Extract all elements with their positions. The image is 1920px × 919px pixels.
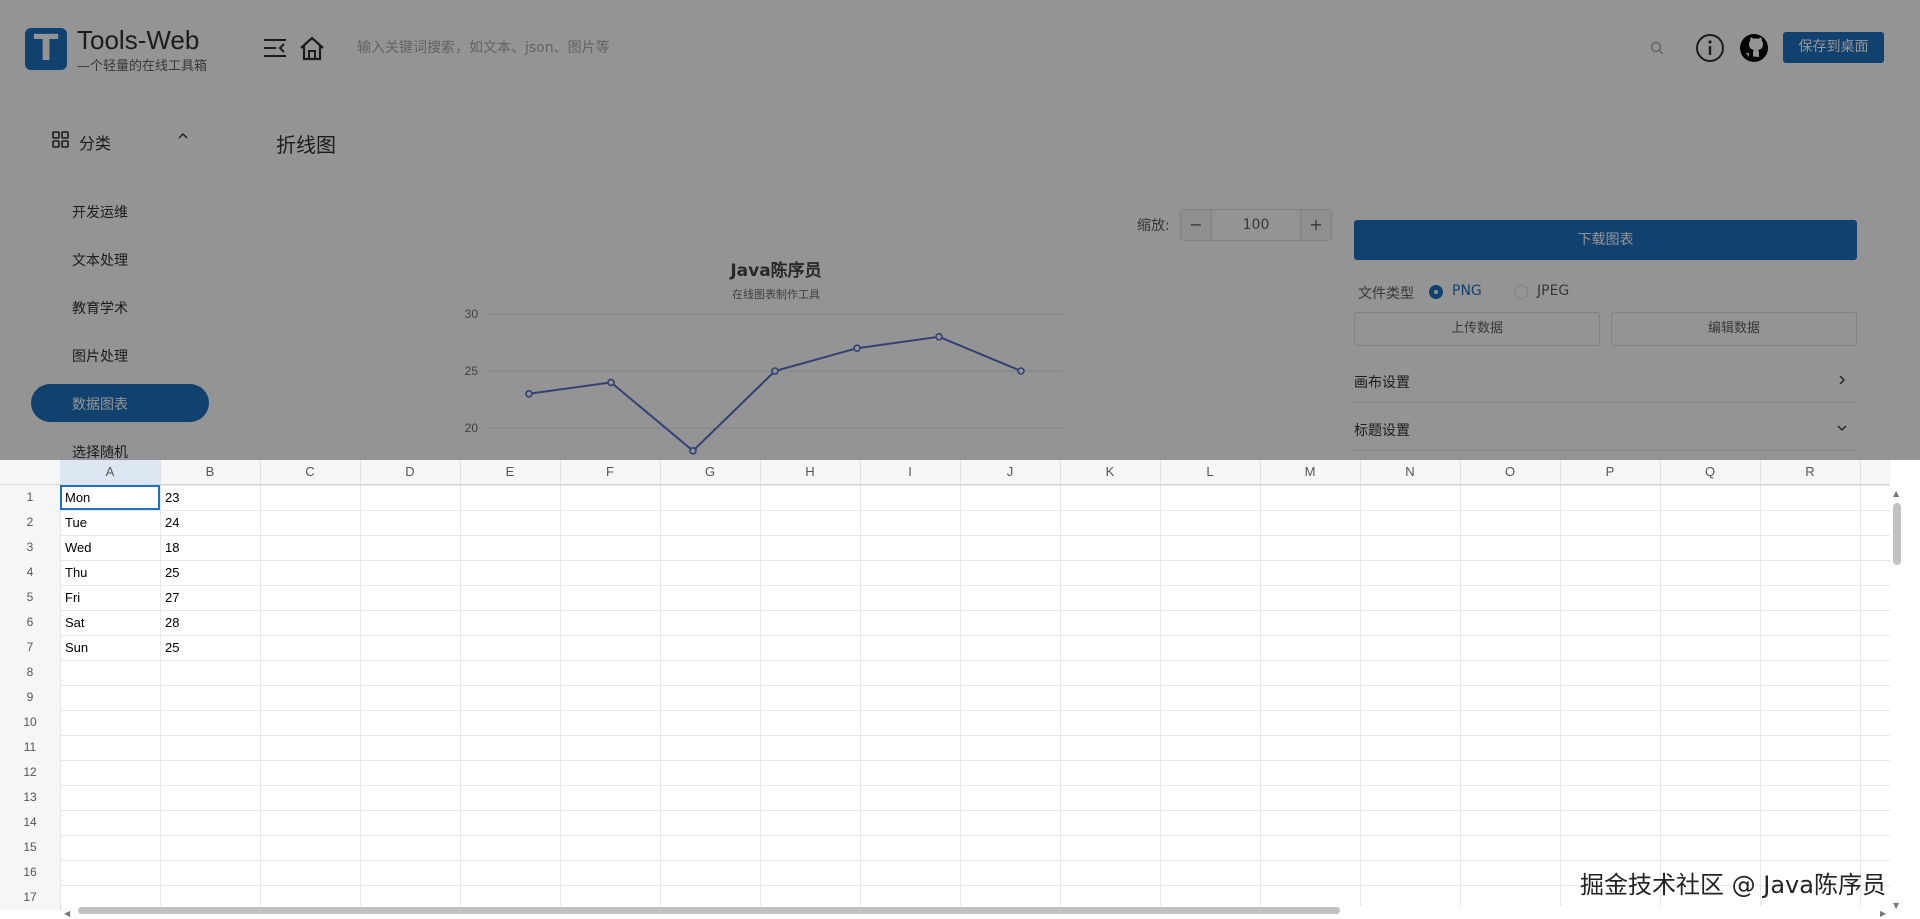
scroll-up-arrow[interactable]: ▲ xyxy=(1893,489,1899,498)
column-header[interactable]: I xyxy=(860,460,961,484)
column-header[interactable]: J xyxy=(960,460,1061,484)
cell[interactable]: Fri xyxy=(65,585,80,610)
row-header[interactable]: 1 xyxy=(0,485,61,510)
row-header[interactable]: 17 xyxy=(0,885,61,910)
cell[interactable]: Sun xyxy=(65,635,88,660)
column-header[interactable]: O xyxy=(1460,460,1561,484)
column-header[interactable]: D xyxy=(360,460,461,484)
cell[interactable]: Wed xyxy=(65,535,92,560)
cell-grid[interactable] xyxy=(60,485,1890,906)
row-header[interactable]: 7 xyxy=(0,635,61,660)
cell[interactable]: 24 xyxy=(165,510,179,535)
column-header[interactable]: P xyxy=(1560,460,1661,484)
cell[interactable]: Thu xyxy=(65,560,87,585)
column-header[interactable]: A xyxy=(60,460,161,484)
column-header[interactable]: Q xyxy=(1660,460,1761,484)
modal-overlay[interactable] xyxy=(0,0,1920,460)
row-header[interactable]: 8 xyxy=(0,660,61,685)
row-header[interactable]: 10 xyxy=(0,710,61,735)
row-header[interactable]: 13 xyxy=(0,785,61,810)
column-header[interactable]: F xyxy=(560,460,661,484)
scroll-right-arrow[interactable]: ▶ xyxy=(1880,909,1886,918)
selected-cell[interactable] xyxy=(60,485,160,510)
column-header[interactable]: E xyxy=(460,460,561,484)
select-all-corner[interactable] xyxy=(0,460,61,485)
vertical-scroll-thumb[interactable] xyxy=(1893,503,1901,565)
row-header[interactable]: 14 xyxy=(0,810,61,835)
row-header[interactable]: 12 xyxy=(0,760,61,785)
row-header[interactable]: 2 xyxy=(0,510,61,535)
horizontal-scroll-thumb[interactable] xyxy=(78,907,1340,914)
spreadsheet-editor[interactable]: ABCDEFGHIJKLMNOPQR 1 2 3 4 5 6 7 8 9 10 11 12 13 14 15… xyxy=(0,460,1920,919)
column-header[interactable]: B xyxy=(160,460,261,484)
cell[interactable]: 23 xyxy=(165,485,179,510)
column-header[interactable]: K xyxy=(1060,460,1161,484)
cell[interactable]: Tue xyxy=(65,510,87,535)
column-header[interactable]: H xyxy=(760,460,861,484)
column-header[interactable]: G xyxy=(660,460,761,484)
column-header[interactable]: N xyxy=(1360,460,1461,484)
watermark: 掘金技术社区 @ Java陈序员 xyxy=(1580,871,1886,899)
row-header[interactable]: 4 xyxy=(0,560,61,585)
row-header[interactable]: 15 xyxy=(0,835,61,860)
cell[interactable]: 25 xyxy=(165,560,179,585)
column-header[interactable]: M xyxy=(1260,460,1361,484)
column-headers: ABCDEFGHIJKLMNOPQR xyxy=(60,460,1890,485)
scroll-left-arrow[interactable]: ◀ xyxy=(64,909,70,918)
column-header[interactable]: L xyxy=(1160,460,1261,484)
cell[interactable]: 28 xyxy=(165,610,179,635)
cell[interactable]: 25 xyxy=(165,635,179,660)
row-header[interactable]: 5 xyxy=(0,585,61,610)
column-header[interactable]: R xyxy=(1760,460,1861,484)
row-header[interactable]: 16 xyxy=(0,860,61,885)
column-header[interactable]: C xyxy=(260,460,361,484)
row-header[interactable]: 9 xyxy=(0,685,61,710)
scroll-down-arrow[interactable]: ▼ xyxy=(1893,901,1899,910)
cell[interactable]: 27 xyxy=(165,585,179,610)
cell[interactable]: Sat xyxy=(65,610,85,635)
row-header[interactable]: 3 xyxy=(0,535,61,560)
cell[interactable]: 18 xyxy=(165,535,179,560)
row-header[interactable]: 11 xyxy=(0,735,61,760)
row-header[interactable]: 6 xyxy=(0,610,61,635)
